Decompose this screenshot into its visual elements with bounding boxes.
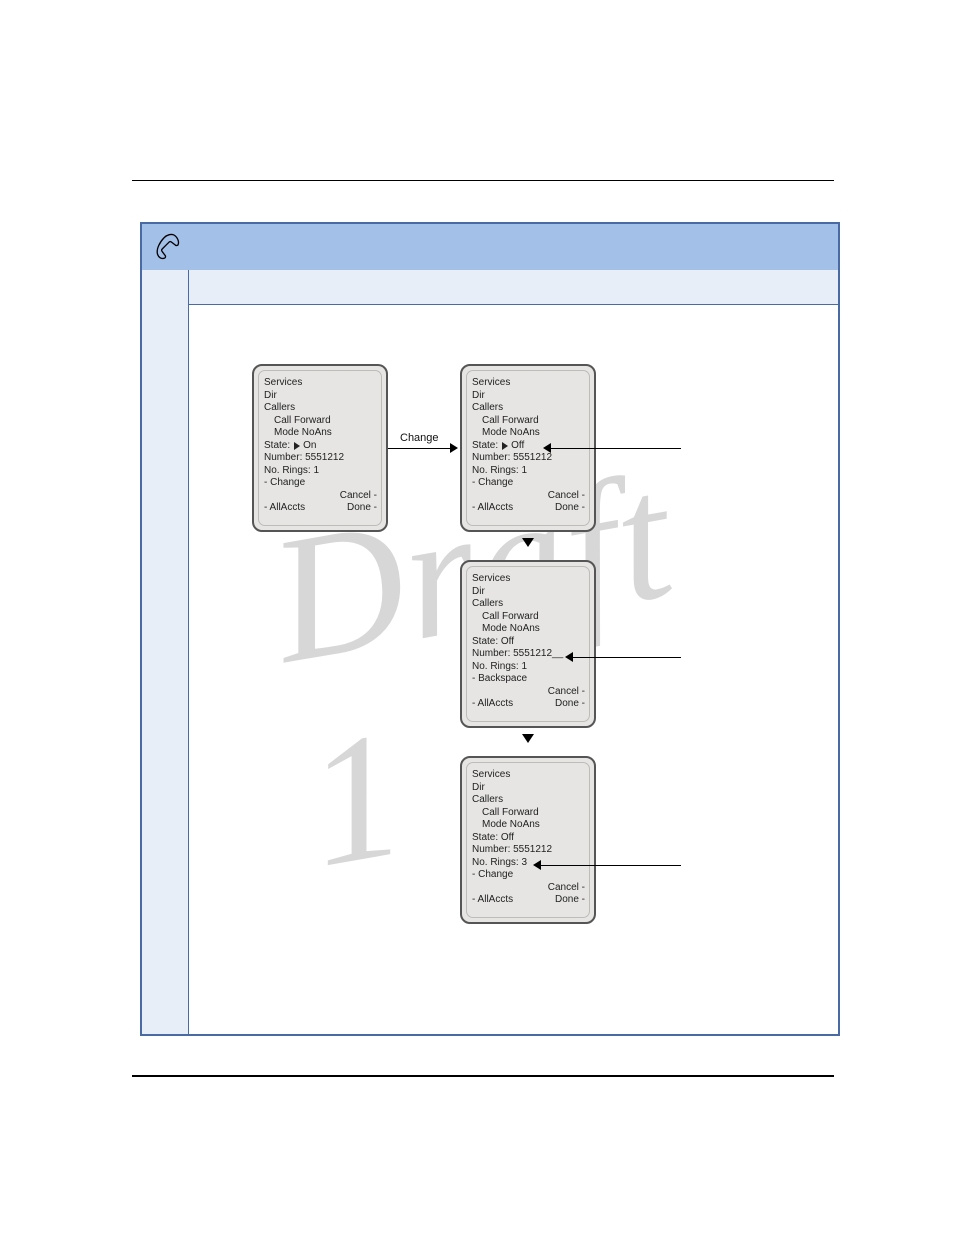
row-state: State: Off [472,832,585,845]
screen-inner: Services Dir Callers Call Forward Mode N… [258,370,382,526]
softkey-row-3: - AllAccts Done - [472,894,585,907]
annotation-line [551,448,681,449]
softkey-row-1: - Backspace [472,673,585,686]
diagram-frame: Draft 1 Services Dir Callers Call Forwar… [140,222,840,1036]
row-state: State: Off [472,440,585,453]
phone-screen-d: Services Dir Callers Call Forward Mode N… [460,756,596,924]
softkey-allaccts[interactable]: - AllAccts [472,894,513,907]
softkey-cancel[interactable]: Cancel - [548,882,585,895]
softkey-allaccts[interactable]: - AllAccts [472,698,513,711]
row-services: Services [472,769,585,782]
softkey-cancel[interactable]: Cancel - [548,490,585,503]
arrowhead-left-icon [565,652,573,662]
row-call-forward: Call Forward [264,415,377,428]
arrowhead-left-icon [543,443,551,453]
softkey-change[interactable]: - Change [472,869,513,882]
row-dir: Dir [472,782,585,795]
softkey-done[interactable]: Done - [555,502,585,515]
row-callers: Callers [472,402,585,415]
softkey-row-1: - Change [472,869,585,882]
row-number: Number: 5551212 [264,452,377,465]
softkey-row-1: - Change [472,477,585,490]
state-value: Off [511,440,524,453]
row-services: Services [264,377,377,390]
softkey-row-1: - Change [264,477,377,490]
row-rings: No. Rings: 1 [264,465,377,478]
row-rings: No. Rings: 1 [472,661,585,674]
row-services: Services [472,573,585,586]
softkey-allaccts[interactable]: - AllAccts [264,502,305,515]
phone-screen-a: Services Dir Callers Call Forward Mode N… [252,364,388,532]
state-label: State: [264,440,290,453]
row-dir: Dir [264,390,377,403]
softkey-cancel[interactable]: Cancel - [548,686,585,699]
softkey-row-3: - AllAccts Done - [472,698,585,711]
diagram-content: Services Dir Callers Call Forward Mode N… [188,304,838,1034]
title-band [142,224,838,271]
softkey-row-3: - AllAccts Done - [472,502,585,515]
softkey-change[interactable]: - Change [264,477,305,490]
softkey-change[interactable]: - Change [472,477,513,490]
row-call-forward: Call Forward [472,611,585,624]
screen-inner: Services Dir Callers Call Forward Mode N… [466,762,590,918]
row-rings: No. Rings: 1 [472,465,585,478]
play-icon [294,442,300,450]
header-rule [132,180,834,181]
softkey-row-2: Cancel - [472,882,585,895]
change-label: Change [400,432,439,444]
softkey-done[interactable]: Done - [347,502,377,515]
state-value: On [303,440,316,453]
row-services: Services [472,377,585,390]
row-dir: Dir [472,586,585,599]
row-state: State: Off [472,636,585,649]
annotation-line [573,657,681,658]
screen-inner: Services Dir Callers Call Forward Mode N… [466,566,590,722]
softkey-cancel[interactable]: Cancel - [340,490,377,503]
softkey-done[interactable]: Done - [555,698,585,711]
state-label: State: [472,440,498,453]
row-call-forward: Call Forward [472,807,585,820]
softkey-row-2: Cancel - [264,490,377,503]
softkey-backspace[interactable]: - Backspace [472,673,527,686]
connector-line [388,448,456,449]
row-callers: Callers [472,598,585,611]
left-column [142,270,189,1034]
row-mode: Mode NoAns [472,427,585,440]
softkey-allaccts[interactable]: - AllAccts [472,502,513,515]
arrowhead-left-icon [533,860,541,870]
row-dir: Dir [472,390,585,403]
softkey-row-2: Cancel - [472,490,585,503]
chevron-down-icon [522,734,534,743]
row-number: Number: 5551212 [472,844,585,857]
annotation-line [541,865,681,866]
page: Draft 1 Services Dir Callers Call Forwar… [0,0,954,1235]
row-state: State: On [264,440,377,453]
row-mode: Mode NoAns [264,427,377,440]
softkey-row-2: Cancel - [472,686,585,699]
row-rings: No. Rings: 3 [472,857,585,870]
phone-icon [152,232,182,262]
arrowhead-right-icon [450,443,458,453]
softkey-row-3: - AllAccts Done - [264,502,377,515]
footer-rule [132,1075,834,1077]
phone-screen-c: Services Dir Callers Call Forward Mode N… [460,560,596,728]
row-number: Number: 5551212 [472,452,585,465]
sub-band [142,270,838,305]
row-call-forward: Call Forward [472,415,585,428]
row-callers: Callers [264,402,377,415]
softkey-done[interactable]: Done - [555,894,585,907]
row-mode: Mode NoAns [472,623,585,636]
play-icon [502,442,508,450]
row-callers: Callers [472,794,585,807]
chevron-down-icon [522,538,534,547]
row-mode: Mode NoAns [472,819,585,832]
